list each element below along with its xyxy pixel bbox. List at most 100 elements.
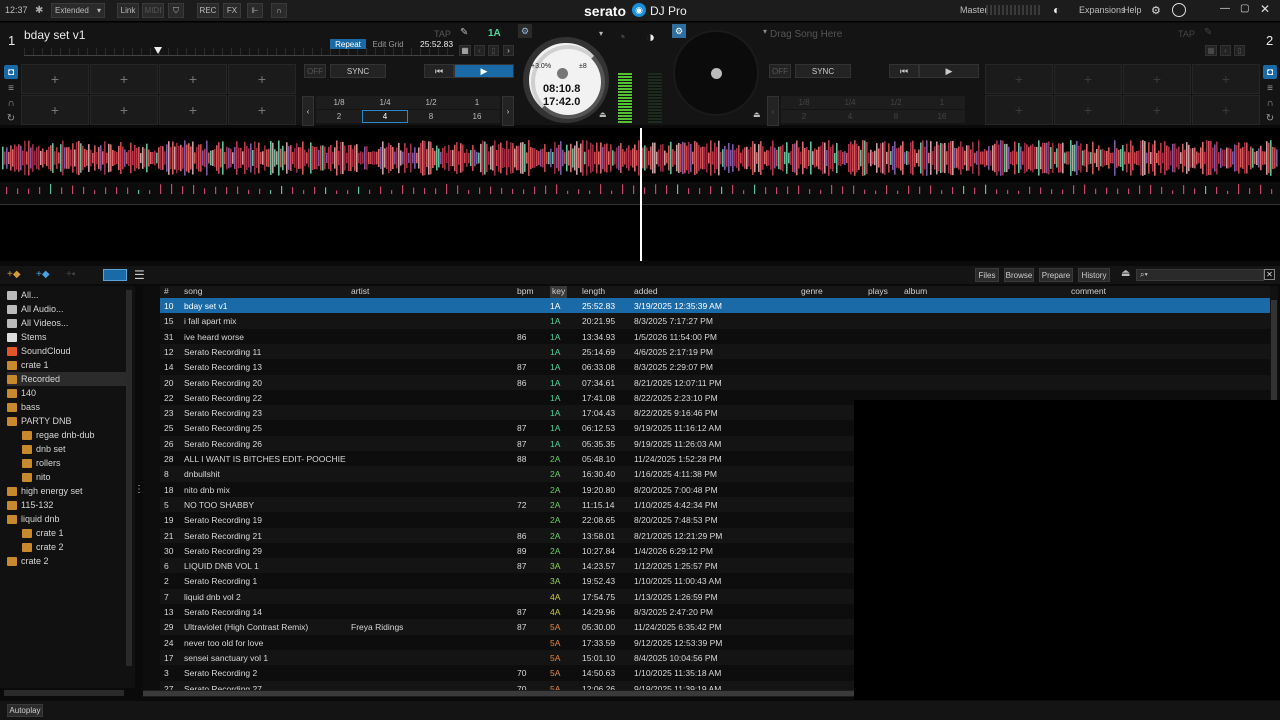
table-h-scrollbar[interactable] <box>143 690 854 697</box>
cue-pad-2[interactable]: + <box>1054 64 1122 94</box>
prev-icon[interactable]: ‹ <box>474 45 485 56</box>
crate-item[interactable]: PARTY DNB <box>7 414 126 428</box>
headphones-icon[interactable]: ∩ <box>271 3 287 18</box>
shield-icon[interactable]: ⛉ <box>168 3 184 18</box>
deck2-fx-icon[interactable]: ⚙ <box>672 24 686 38</box>
table-row[interactable]: 12 Serato Recording 11 1A 25:14.69 4/6/2025 … <box>160 343 1270 360</box>
track-overview[interactable] <box>24 48 454 56</box>
table-row[interactable]: 15 i fall apart mix 1A 20:21.95 8/3/2025 7:1… <box>160 313 1270 329</box>
loop-1-2[interactable]: 1/2 <box>873 96 919 109</box>
cue-pad-4[interactable]: + <box>1192 64 1260 94</box>
crate-item[interactable]: crate 1 <box>22 526 126 540</box>
list-icon[interactable]: ≡ <box>4 81 18 95</box>
sync-button[interactable]: SYNC <box>330 64 386 78</box>
waveform-area[interactable] <box>0 128 1280 261</box>
cue-pad-6[interactable]: + <box>90 95 158 125</box>
link-button[interactable]: Link <box>117 3 139 18</box>
loop-1[interactable]: 1 <box>454 96 500 109</box>
cue-pad-5[interactable]: + <box>985 95 1053 125</box>
history-tab[interactable]: History <box>1078 268 1110 282</box>
mode-select[interactable]: Extended ▾ <box>51 3 105 18</box>
fx-button[interactable]: FX <box>223 3 241 18</box>
sidebar-scrollbar[interactable] <box>126 290 132 666</box>
pencil-icon[interactable]: ✎ <box>1204 27 1212 38</box>
loop-1-4[interactable]: 1/4 <box>827 96 873 109</box>
refresh-icon[interactable]: ↻ <box>4 111 18 125</box>
expansions-button[interactable]: Expansions <box>1079 5 1126 15</box>
sync-off-button[interactable]: OFF <box>769 64 791 78</box>
crate-item[interactable]: liquid dnb <box>7 512 126 526</box>
cue-pad-8[interactable]: + <box>228 95 296 125</box>
cue-pad-6[interactable]: + <box>1054 95 1122 125</box>
eject-icon[interactable]: ⏏ <box>1121 268 1130 279</box>
cue-mode-icon[interactable]: ◘ <box>1263 65 1277 79</box>
autoplay-button[interactable]: Autoplay <box>7 704 43 717</box>
chevron-down-icon[interactable]: ▾ <box>763 27 767 36</box>
crate-item[interactable]: All Audio... <box>7 302 126 316</box>
column-header[interactable]: length <box>582 286 605 298</box>
play-icon[interactable]: ▶ <box>919 64 979 78</box>
column-header[interactable]: comment <box>1071 286 1106 298</box>
crate-item[interactable]: regae dnb-dub <box>22 428 126 442</box>
crate-item[interactable]: Stems <box>7 330 126 344</box>
add-crate-icon[interactable]: +◆ <box>7 269 21 280</box>
table-row[interactable]: 14 Serato Recording 13 87 1A 06:33.08 8/3/202… <box>160 359 1270 374</box>
sidebar-h-scrollbar[interactable] <box>4 690 124 696</box>
settings-icon[interactable]: ✱ <box>35 5 47 17</box>
loop-1-2[interactable]: 1/2 <box>408 96 454 109</box>
cue-pad-8[interactable]: + <box>1192 95 1260 125</box>
close-icon[interactable]: ✕ <box>1260 2 1270 16</box>
crate-item[interactable]: crate 2 <box>7 554 126 568</box>
crate-item[interactable]: SoundCloud <box>7 344 126 358</box>
master-knob-icon[interactable]: ◐ <box>1053 3 1065 17</box>
table-row[interactable]: 10 bday set v1 1A 25:52.83 3/19/2025 12:35:3… <box>160 298 1270 314</box>
crate-item[interactable]: All Videos... <box>7 316 126 330</box>
add-subcrate-icon[interactable]: +▪ <box>66 269 75 280</box>
crate-item[interactable]: high energy set <box>7 484 126 498</box>
refresh-icon[interactable]: ↻ <box>1263 111 1277 125</box>
lock-icon[interactable]: ▯ <box>488 45 499 56</box>
files-tab[interactable]: Files <box>975 268 999 282</box>
eject-icon[interactable]: ⏏ <box>599 110 611 120</box>
loop-prev-icon[interactable]: ‹ <box>767 96 779 126</box>
midi-button[interactable]: MIDI <box>142 3 164 18</box>
prev-icon[interactable]: ‹ <box>1220 45 1231 56</box>
loop-8[interactable]: 8 <box>408 110 454 123</box>
repeat-button[interactable]: Repeat <box>330 39 366 49</box>
help-button[interactable]: Help <box>1123 5 1142 15</box>
loop-2[interactable]: 2 <box>781 110 827 123</box>
cue-pad-1[interactable]: + <box>21 64 89 94</box>
cue-pad-2[interactable]: + <box>90 64 158 94</box>
gear-icon[interactable]: ⚙ <box>1151 4 1161 17</box>
crate-item[interactable]: All... <box>7 288 126 302</box>
table-row[interactable]: 31 ive heard worse 86 1A 13:34.93 1/5/2026 11… <box>160 329 1270 344</box>
next-icon[interactable]: › <box>503 45 514 56</box>
cue-icon[interactable]: ⏮ <box>889 64 919 78</box>
crate-item[interactable]: nito <box>22 470 126 484</box>
cue-pad-3[interactable]: + <box>159 64 227 94</box>
column-header[interactable]: bpm <box>517 286 534 298</box>
loop-1-4[interactable]: 1/4 <box>362 96 408 109</box>
column-header[interactable]: # <box>164 286 169 298</box>
loop-4[interactable]: 4 <box>362 110 408 123</box>
column-header[interactable]: album <box>904 286 927 298</box>
rec-button[interactable]: REC <box>197 3 219 18</box>
grid-icon[interactable]: ▦ <box>459 45 471 56</box>
add-smart-crate-icon[interactable]: +◆ <box>36 269 50 280</box>
loop-next-icon[interactable]: › <box>502 96 514 126</box>
account-icon[interactable] <box>1172 3 1186 17</box>
eject-icon[interactable]: ⏏ <box>753 110 763 120</box>
cue-pad-5[interactable]: + <box>21 95 89 125</box>
sampler-icon[interactable]: ⊩ <box>247 3 263 18</box>
crate-item[interactable]: bass <box>7 400 126 414</box>
edit-grid-button[interactable]: Edit Grid <box>370 39 406 49</box>
crate-item[interactable]: Recorded <box>7 372 126 386</box>
cue-pad-3[interactable]: + <box>1123 64 1191 94</box>
tap-button[interactable]: TAP <box>434 29 451 39</box>
column-header[interactable]: genre <box>801 286 823 298</box>
minimize-icon[interactable]: — <box>1220 3 1230 14</box>
sync-button[interactable]: SYNC <box>795 64 851 78</box>
loop-2[interactable]: 2 <box>316 110 362 123</box>
crate-item[interactable]: 115-132 <box>7 498 126 512</box>
chevron-down-icon[interactable]: ▾ <box>599 29 611 39</box>
